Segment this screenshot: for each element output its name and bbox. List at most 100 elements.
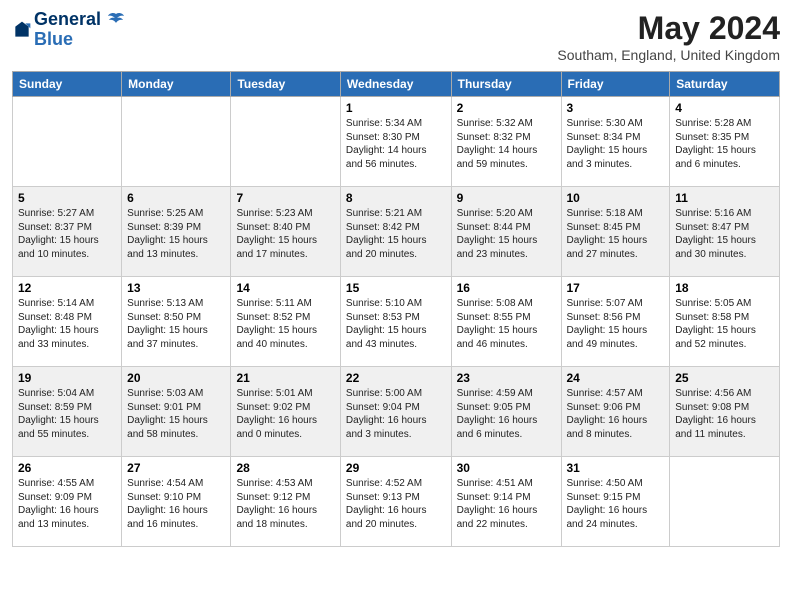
day-number: 22: [346, 371, 446, 385]
day-info: Sunrise: 4:55 AMSunset: 9:09 PMDaylight:…: [18, 477, 116, 531]
title-section: May 2024 Southam, England, United Kingdo…: [557, 10, 780, 63]
day-info: Sunrise: 5:07 AMSunset: 8:56 PMDaylight:…: [567, 297, 665, 351]
day-number: 3: [567, 101, 665, 115]
header-monday: Monday: [122, 72, 231, 97]
day-info: Sunrise: 5:28 AMSunset: 8:35 PMDaylight:…: [675, 117, 774, 171]
day-info: Sunrise: 5:11 AMSunset: 8:52 PMDaylight:…: [236, 297, 334, 351]
calendar-cell: 9 Sunrise: 5:20 AMSunset: 8:44 PMDaylight…: [451, 187, 561, 277]
calendar-cell: 21 Sunrise: 5:01 AMSunset: 9:02 PMDayligh…: [231, 367, 340, 457]
day-info: Sunrise: 4:56 AMSunset: 9:08 PMDaylight:…: [675, 387, 774, 441]
calendar-cell: 25 Sunrise: 4:56 AMSunset: 9:08 PMDayligh…: [670, 367, 780, 457]
day-number: 13: [127, 281, 225, 295]
calendar-cell: 24Sunrise: 4:57 AMSunset: 9:06 PMDayligh…: [561, 367, 670, 457]
day-info: Sunrise: 5:18 AMSunset: 8:45 PMDaylight:…: [567, 207, 665, 261]
header-sunday: Sunday: [13, 72, 122, 97]
day-number: 31: [567, 461, 665, 475]
day-info: Sunrise: 5:32 AMSunset: 8:32 PMDaylight:…: [457, 117, 556, 171]
day-number: 29: [346, 461, 446, 475]
day-number: 20: [127, 371, 225, 385]
day-info: Sunrise: 5:04 AMSunset: 8:59 PMDaylight:…: [18, 387, 116, 441]
calendar-cell: 4 Sunrise: 5:28 AMSunset: 8:35 PMDaylight…: [670, 97, 780, 187]
logo-general: General: [34, 9, 101, 29]
day-number: 16: [457, 281, 556, 295]
day-info: Sunrise: 5:30 AMSunset: 8:34 PMDaylight:…: [567, 117, 665, 171]
calendar-cell: 14 Sunrise: 5:11 AMSunset: 8:52 PMDayligh…: [231, 277, 340, 367]
day-number: 4: [675, 101, 774, 115]
day-number: 26: [18, 461, 116, 475]
calendar-cell: 6 Sunrise: 5:25 AMSunset: 8:39 PMDaylight…: [122, 187, 231, 277]
day-info: Sunrise: 5:01 AMSunset: 9:02 PMDaylight:…: [236, 387, 334, 441]
week-row-2: 5 Sunrise: 5:27 AMSunset: 8:37 PMDaylight…: [13, 187, 780, 277]
day-info: Sunrise: 5:05 AMSunset: 8:58 PMDaylight:…: [675, 297, 774, 351]
calendar-cell: 20 Sunrise: 5:03 AMSunset: 9:01 PMDayligh…: [122, 367, 231, 457]
calendar-cell: 15 Sunrise: 5:10 AMSunset: 8:53 PMDayligh…: [340, 277, 451, 367]
calendar-cell: 31Sunrise: 4:50 AMSunset: 9:15 PMDayligh…: [561, 457, 670, 547]
day-number: 9: [457, 191, 556, 205]
day-number: 5: [18, 191, 116, 205]
day-number: 25: [675, 371, 774, 385]
calendar-header-row: SundayMondayTuesdayWednesdayThursdayFrid…: [13, 72, 780, 97]
day-number: 27: [127, 461, 225, 475]
day-number: 10: [567, 191, 665, 205]
calendar-container: General Blue May 2024 Southam, England, …: [0, 0, 792, 557]
logo-text: General Blue: [34, 10, 125, 50]
calendar-cell: [670, 457, 780, 547]
day-number: 6: [127, 191, 225, 205]
calendar-cell: 10 Sunrise: 5:18 AMSunset: 8:45 PMDayligh…: [561, 187, 670, 277]
day-number: 12: [18, 281, 116, 295]
day-info: Sunrise: 5:21 AMSunset: 8:42 PMDaylight:…: [346, 207, 446, 261]
day-info: Sunrise: 4:59 AMSunset: 9:05 PMDaylight:…: [457, 387, 556, 441]
location: Southam, England, United Kingdom: [557, 47, 780, 63]
day-info: Sunrise: 5:16 AMSunset: 8:47 PMDaylight:…: [675, 207, 774, 261]
day-info: Sunrise: 5:03 AMSunset: 9:01 PMDaylight:…: [127, 387, 225, 441]
logo: General Blue: [12, 10, 125, 50]
day-info: Sunrise: 5:23 AMSunset: 8:40 PMDaylight:…: [236, 207, 334, 261]
day-info: Sunrise: 5:10 AMSunset: 8:53 PMDaylight:…: [346, 297, 446, 351]
day-info: Sunrise: 4:53 AMSunset: 9:12 PMDaylight:…: [236, 477, 334, 531]
calendar-cell: 29 Sunrise: 4:52 AMSunset: 9:13 PMDayligh…: [340, 457, 451, 547]
day-number: 21: [236, 371, 334, 385]
calendar-cell: 27 Sunrise: 4:54 AMSunset: 9:10 PMDayligh…: [122, 457, 231, 547]
day-number: 1: [346, 101, 446, 115]
day-number: 24: [567, 371, 665, 385]
day-number: 14: [236, 281, 334, 295]
calendar-cell: 1 Sunrise: 5:34 AMSunset: 8:30 PMDaylight…: [340, 97, 451, 187]
day-info: Sunrise: 4:52 AMSunset: 9:13 PMDaylight:…: [346, 477, 446, 531]
calendar-cell: [231, 97, 340, 187]
calendar-cell: 8 Sunrise: 5:21 AMSunset: 8:42 PMDaylight…: [340, 187, 451, 277]
day-number: 7: [236, 191, 334, 205]
calendar-cell: [13, 97, 122, 187]
day-number: 23: [457, 371, 556, 385]
calendar-cell: [122, 97, 231, 187]
calendar-cell: 18 Sunrise: 5:05 AMSunset: 8:58 PMDayligh…: [670, 277, 780, 367]
day-number: 17: [567, 281, 665, 295]
day-number: 8: [346, 191, 446, 205]
day-number: 11: [675, 191, 774, 205]
day-number: 18: [675, 281, 774, 295]
calendar-cell: 16 Sunrise: 5:08 AMSunset: 8:55 PMDayligh…: [451, 277, 561, 367]
day-number: 30: [457, 461, 556, 475]
day-info: Sunrise: 5:34 AMSunset: 8:30 PMDaylight:…: [346, 117, 446, 171]
calendar-cell: 2Sunrise: 5:32 AMSunset: 8:32 PMDaylight…: [451, 97, 561, 187]
day-info: Sunrise: 5:08 AMSunset: 8:55 PMDaylight:…: [457, 297, 556, 351]
day-number: 19: [18, 371, 116, 385]
calendar-cell: 17 Sunrise: 5:07 AMSunset: 8:56 PMDayligh…: [561, 277, 670, 367]
day-info: Sunrise: 4:54 AMSunset: 9:10 PMDaylight:…: [127, 477, 225, 531]
calendar-cell: 23 Sunrise: 4:59 AMSunset: 9:05 PMDayligh…: [451, 367, 561, 457]
day-info: Sunrise: 5:27 AMSunset: 8:37 PMDaylight:…: [18, 207, 116, 261]
day-number: 15: [346, 281, 446, 295]
day-info: Sunrise: 5:20 AMSunset: 8:44 PMDaylight:…: [457, 207, 556, 261]
day-info: Sunrise: 5:14 AMSunset: 8:48 PMDaylight:…: [18, 297, 116, 351]
header-saturday: Saturday: [670, 72, 780, 97]
month-title: May 2024: [557, 10, 780, 47]
day-number: 28: [236, 461, 334, 475]
logo-blue: Blue: [34, 30, 125, 50]
calendar-cell: 30Sunrise: 4:51 AMSunset: 9:14 PMDayligh…: [451, 457, 561, 547]
week-row-5: 26 Sunrise: 4:55 AMSunset: 9:09 PMDayligh…: [13, 457, 780, 547]
week-row-4: 19 Sunrise: 5:04 AMSunset: 8:59 PMDayligh…: [13, 367, 780, 457]
logo-icon: [12, 20, 32, 40]
day-info: Sunrise: 5:25 AMSunset: 8:39 PMDaylight:…: [127, 207, 225, 261]
logo-bird-icon: [107, 11, 125, 29]
calendar-cell: 22Sunrise: 5:00 AMSunset: 9:04 PMDayligh…: [340, 367, 451, 457]
calendar-cell: 19 Sunrise: 5:04 AMSunset: 8:59 PMDayligh…: [13, 367, 122, 457]
